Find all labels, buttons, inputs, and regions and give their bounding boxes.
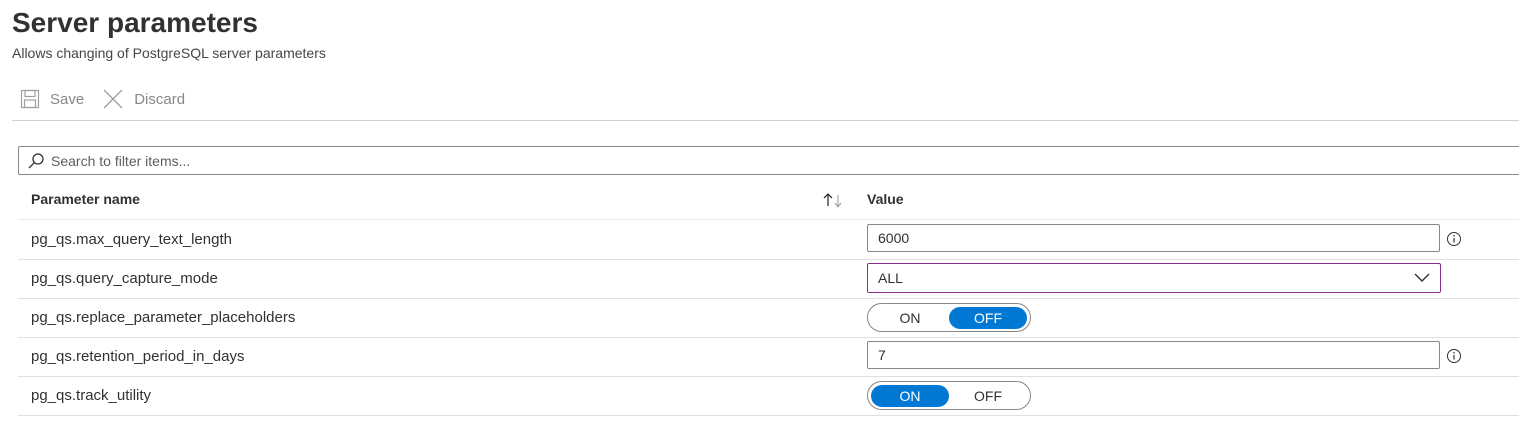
info-icon[interactable] (1446, 348, 1462, 364)
input-value: 6000 (878, 230, 910, 246)
sort-icon[interactable] (822, 190, 846, 210)
chevron-down-icon (1414, 273, 1430, 282)
query-capture-mode-dropdown[interactable]: ALL (867, 263, 1441, 293)
discard-label: Discard (134, 90, 186, 108)
table-row: pg_qs.max_query_text_length 6000 (18, 220, 1519, 260)
table-header: Parameter name Value (18, 182, 1519, 220)
save-icon (20, 89, 40, 109)
table-row: pg_qs.track_utility ON OFF (18, 376, 1519, 416)
toggle-off-option[interactable]: OFF (949, 385, 1027, 407)
table-row: pg_qs.retention_period_in_days 7 (18, 337, 1519, 377)
search-box[interactable] (18, 146, 1519, 175)
command-bar: Save Discard (20, 86, 203, 112)
table-row: pg_qs.replace_parameter_placeholders ON … (18, 298, 1519, 338)
save-button[interactable]: Save (20, 89, 84, 109)
discard-button[interactable]: Discard (102, 88, 185, 110)
toolbar-divider (12, 120, 1519, 121)
page-subtitle: Allows changing of PostgreSQL server par… (12, 45, 326, 61)
page-title: Server parameters (12, 7, 258, 38)
track-utility-toggle: ON OFF (867, 381, 1031, 410)
toggle-off-option[interactable]: OFF (949, 306, 1027, 329)
toggle-on-option[interactable]: ON (871, 384, 949, 407)
input-value: 7 (878, 347, 886, 363)
parameter-name: pg_qs.track_utility (31, 387, 152, 404)
column-header-value: Value (867, 191, 904, 207)
parameter-name: pg_qs.retention_period_in_days (31, 348, 245, 365)
retention-period-input[interactable]: 7 (867, 341, 1440, 369)
max-query-text-length-input[interactable]: 6000 (867, 224, 1440, 252)
dropdown-selected-value: ALL (878, 270, 903, 286)
replace-parameter-placeholders-toggle: ON OFF (867, 303, 1031, 332)
close-icon (103, 89, 123, 109)
column-header-parameter-name[interactable]: Parameter name (31, 191, 140, 207)
parameter-name: pg_qs.replace_parameter_placeholders (31, 309, 296, 326)
info-icon[interactable] (1446, 231, 1462, 247)
parameter-name: pg_qs.query_capture_mode (31, 270, 218, 287)
save-label: Save (50, 90, 85, 108)
parameter-name: pg_qs.max_query_text_length (31, 231, 232, 248)
search-icon (28, 152, 44, 168)
toggle-on-option[interactable]: ON (871, 307, 949, 329)
table-row: pg_qs.query_capture_mode ALL (18, 259, 1519, 299)
search-input[interactable] (51, 152, 1451, 169)
